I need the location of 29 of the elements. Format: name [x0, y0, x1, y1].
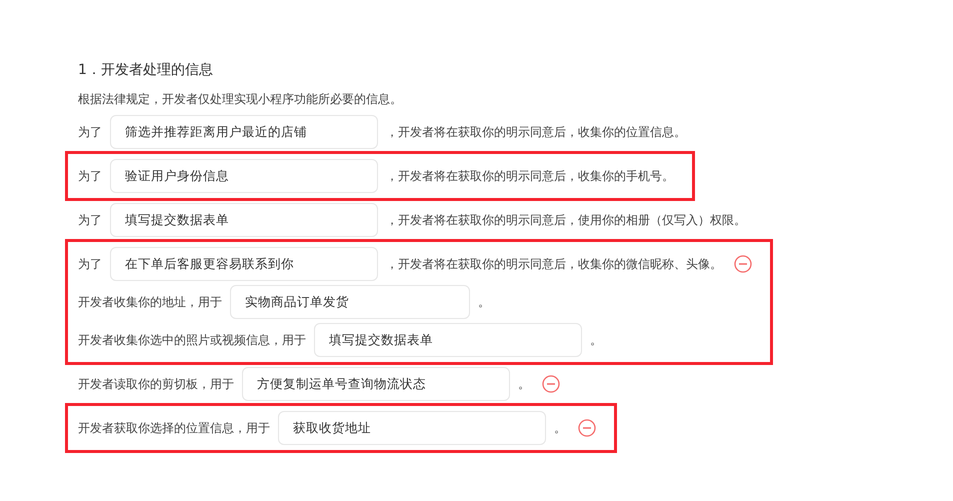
- field-label: 开发者读取你的剪切板，用于: [78, 376, 234, 393]
- field-suffix: 。: [554, 420, 566, 437]
- text-field[interactable]: 填写提交数据表单: [110, 203, 378, 237]
- field-suffix: 。: [518, 376, 530, 393]
- field-label: 开发者收集你选中的照片或视频信息，用于: [78, 332, 306, 349]
- text-field[interactable]: 填写提交数据表单: [314, 323, 582, 357]
- remove-icon[interactable]: [542, 375, 560, 393]
- text-field[interactable]: 方便复制运单号查询物流状态: [242, 367, 510, 401]
- field-suffix: 。: [478, 294, 490, 311]
- field-label: 为了: [78, 212, 102, 229]
- field-label: 为了: [78, 124, 102, 141]
- text-field[interactable]: 获取收货地址: [278, 411, 546, 445]
- text-field[interactable]: 筛选并推荐距离用户最近的店铺: [110, 115, 378, 149]
- field-suffix: ，开发者将在获取你的明示同意后，收集你的手机号。: [386, 168, 674, 185]
- section-title: 1．开发者处理的信息: [78, 61, 214, 80]
- field-label: 为了: [78, 168, 102, 185]
- remove-icon[interactable]: [578, 419, 596, 437]
- field-label: 开发者获取你选择的位置信息，用于: [78, 420, 270, 437]
- intro-text: 根据法律规定，开发者仅处理实现小程序功能所必要的信息。: [78, 91, 403, 108]
- text-field[interactable]: 验证用户身份信息: [110, 159, 378, 193]
- remove-icon[interactable]: [734, 255, 752, 273]
- text-field[interactable]: 在下单后客服更容易联系到你: [110, 247, 378, 281]
- field-label: 为了: [78, 256, 102, 273]
- field-label: 开发者收集你的地址，用于: [78, 294, 222, 311]
- field-suffix: 。: [590, 332, 602, 349]
- text-field[interactable]: 实物商品订单发货: [230, 285, 470, 319]
- field-suffix: ，开发者将在获取你的明示同意后，收集你的微信昵称、头像。: [386, 256, 722, 273]
- field-suffix: ，开发者将在获取你的明示同意后，使用你的相册（仅写入）权限。: [386, 212, 746, 229]
- field-suffix: ，开发者将在获取你的明示同意后，收集你的位置信息。: [386, 124, 686, 141]
